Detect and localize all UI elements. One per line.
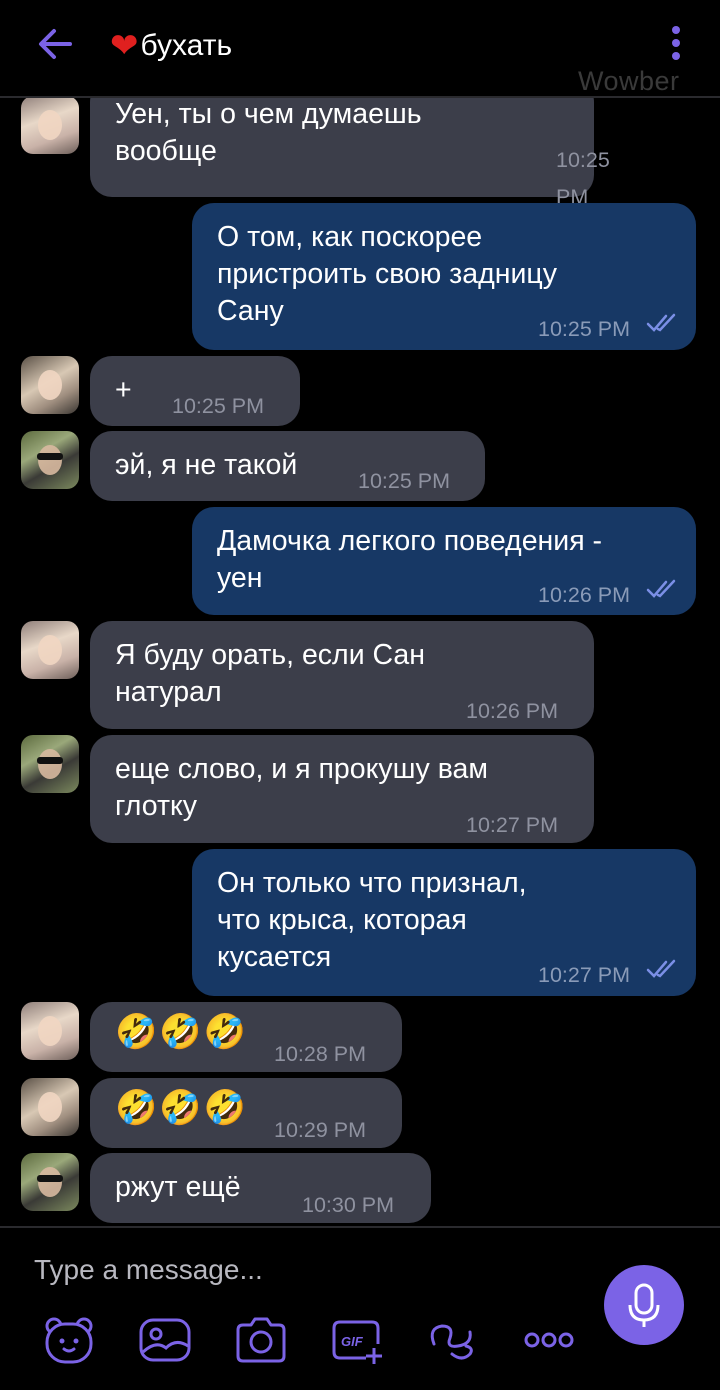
chat-title-text: бухать — [140, 29, 233, 62]
composer: GIF — [0, 1226, 720, 1390]
message-text: ржут ещё — [115, 1171, 241, 1203]
read-receipt-icon — [646, 959, 676, 978]
message-text: 🤣🤣🤣 — [115, 1013, 249, 1051]
read-receipt-icon — [646, 313, 676, 332]
message-time: 10:30 PM — [302, 1193, 395, 1217]
message-list[interactable]: Уен, ты о чем думаешь вообще 10:25 PM О то… — [0, 98, 720, 1226]
avatar[interactable] — [21, 98, 79, 154]
message-time: 10:29 PM — [274, 1118, 367, 1142]
message-time: 10:25 PM — [172, 394, 265, 418]
chat-title[interactable]: ❤ бухать — [110, 26, 232, 66]
avatar[interactable] — [21, 621, 79, 679]
incoming-message[interactable]: еще слово, и я прокушу вам глотку 10:27 P… — [90, 735, 594, 843]
avatar[interactable] — [21, 1153, 79, 1211]
voice-record-button[interactable] — [604, 1265, 684, 1345]
avatar[interactable] — [21, 356, 79, 414]
message-text: Я буду орать, если Сан натурал — [115, 639, 426, 708]
message-text: О том, как поскорее пристроить свою задн… — [217, 221, 557, 327]
message-time: 10:28 PM — [274, 1042, 367, 1066]
sticker-icon[interactable] — [42, 1314, 96, 1366]
outgoing-message[interactable]: Дамочка легкого поведения - уен 10:26 PM — [192, 507, 696, 615]
incoming-message[interactable]: +10:25 PM — [90, 356, 300, 426]
message-time: 10:27 PM — [538, 963, 631, 987]
message-text: эй, я не такой — [115, 449, 298, 481]
incoming-message[interactable]: 🤣🤣🤣 10:29 PM — [90, 1078, 402, 1148]
message-time: 10:27 PM — [466, 813, 559, 837]
camera-icon[interactable] — [234, 1314, 288, 1366]
avatar[interactable] — [21, 431, 79, 489]
incoming-message[interactable]: эй, я не такой 10:25 PM — [90, 431, 485, 501]
heart-emoji: ❤ — [110, 27, 139, 65]
gallery-icon[interactable] — [138, 1314, 192, 1366]
message-text: Уен, ты о чем думаешь вообще — [115, 98, 422, 167]
message-text: + — [115, 374, 132, 406]
more-options-icon[interactable] — [668, 26, 684, 62]
read-receipt-icon — [646, 579, 676, 598]
incoming-message[interactable]: Уен, ты о чем думаешь вообще 10:25 PM — [90, 98, 610, 209]
avatar[interactable] — [21, 1078, 79, 1136]
svg-text:GIF: GIF — [341, 1334, 364, 1349]
message-time: 10:25 PM — [538, 317, 631, 341]
incoming-message[interactable]: 🤣🤣🤣 10:28 PM — [90, 1002, 402, 1072]
message-time: 10:26 PM — [538, 583, 631, 607]
microphone-icon — [628, 1283, 660, 1327]
message-input[interactable] — [34, 1252, 554, 1288]
incoming-message[interactable]: Я буду орать, если Сан натурал 10:26 PM — [90, 621, 594, 729]
outgoing-message[interactable]: Он только что признал, что крыса, котора… — [192, 849, 696, 996]
avatar[interactable] — [21, 735, 79, 793]
watermark: Wowber — [578, 66, 680, 96]
message-text: 🤣🤣🤣 — [115, 1089, 249, 1127]
incoming-message[interactable]: ржут ещё 10:30 PM — [90, 1153, 431, 1223]
message-time: 10:26 PM — [466, 699, 559, 723]
back-arrow-icon[interactable] — [34, 24, 76, 64]
doodle-icon[interactable] — [426, 1314, 480, 1366]
gif-icon[interactable]: GIF — [330, 1314, 384, 1366]
message-text: Он только что признал, что крыса, котора… — [217, 867, 527, 973]
message-text: еще слово, и я прокушу вам глотку — [115, 753, 488, 822]
more-icon[interactable] — [522, 1314, 576, 1366]
outgoing-message[interactable]: О том, как поскорее пристроить свою задн… — [192, 203, 696, 350]
avatar[interactable] — [21, 1002, 79, 1060]
message-time: 10:25 PM — [358, 469, 451, 493]
chat-header: ❤ бухать Wowber — [0, 0, 720, 98]
